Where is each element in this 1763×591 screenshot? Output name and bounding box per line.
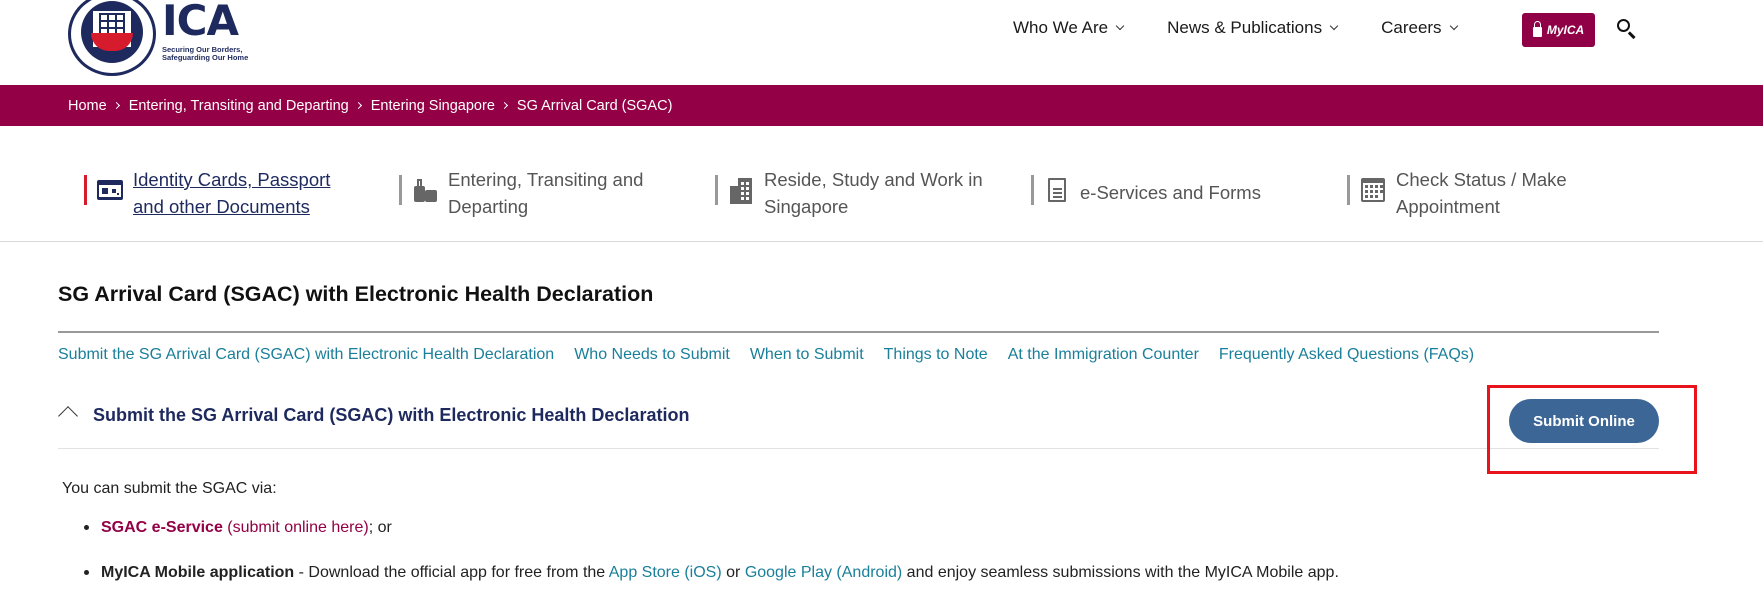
category-divider xyxy=(399,175,402,205)
brand-name: ICA xyxy=(162,0,239,45)
document-icon xyxy=(1044,178,1070,204)
list-item-text: ; or xyxy=(368,519,392,536)
chevron-down-icon xyxy=(1115,21,1125,31)
anchor-when-to-submit[interactable]: When to Submit xyxy=(750,346,864,364)
sgac-e-service-link[interactable]: SGAC e-Service xyxy=(101,519,223,536)
category-bar: Identity Cards, Passport and other Docume… xyxy=(0,126,1763,242)
title-divider xyxy=(58,331,1659,333)
google-play-link[interactable]: Google Play (Android) xyxy=(745,564,902,581)
breadcrumb-home[interactable]: Home xyxy=(68,98,107,114)
submission-methods-list: SGAC e-Service (submit online here); or … xyxy=(84,517,1339,584)
brand-text: ICA Securing Our Borders, Safeguarding O… xyxy=(162,0,248,62)
anchor-links: Submit the SG Arrival Card (SGAC) with E… xyxy=(58,346,1494,364)
page-title: SG Arrival Card (SGAC) with Electronic H… xyxy=(58,282,654,306)
category-label: e-Services and Forms xyxy=(1080,182,1261,203)
submit-online-here-link[interactable]: (submit online here) xyxy=(227,519,368,536)
nav-label: Careers xyxy=(1381,18,1442,37)
category-label: Entering, Transiting and Departing xyxy=(448,169,644,217)
intro-text: You can submit the SGAC via: xyxy=(62,480,277,497)
chevron-right-icon xyxy=(354,101,362,110)
search-icon[interactable] xyxy=(1616,18,1638,40)
nav-label: Who We Are xyxy=(1013,18,1109,37)
accordion-submit-sgac: Submit the SG Arrival Card (SGAC) with E… xyxy=(58,400,1659,449)
myica-label: MyICA xyxy=(1546,23,1585,37)
nav-who-we-are[interactable]: Who We Are xyxy=(1013,18,1125,38)
category-divider xyxy=(715,175,718,205)
nav-news-publications[interactable]: News & Publications xyxy=(1167,18,1339,38)
chevron-down-icon xyxy=(1329,21,1339,31)
main-nav: Who We Are News & Publications Careers xyxy=(1013,18,1501,38)
highlight-box xyxy=(1487,385,1697,474)
category-divider xyxy=(1031,175,1034,205)
category-label: Reside, Study and Work in Singapore xyxy=(764,169,983,217)
calendar-icon xyxy=(1360,178,1386,204)
id-card-icon xyxy=(97,178,123,204)
list-item-text: or xyxy=(721,564,745,581)
list-item-text: and enjoy seamless submissions with the … xyxy=(902,564,1339,581)
myica-mobile-label: MyICA Mobile application xyxy=(101,564,295,581)
luggage-icon xyxy=(412,178,438,204)
breadcrumb-entering-transiting[interactable]: Entering, Transiting and Departing xyxy=(129,98,349,114)
category-label: Check Status / Make Appointment xyxy=(1396,169,1567,217)
anchor-things-to-note[interactable]: Things to Note xyxy=(884,346,988,364)
breadcrumb: Home Entering, Transiting and Departing … xyxy=(0,85,1763,126)
ica-logo[interactable]: ICA Securing Our Borders, Safeguarding O… xyxy=(68,0,248,76)
nav-careers[interactable]: Careers xyxy=(1381,18,1458,38)
accordion-title[interactable]: Submit the SG Arrival Card (SGAC) with E… xyxy=(93,405,689,426)
breadcrumb-entering-singapore[interactable]: Entering Singapore xyxy=(371,98,495,114)
anchor-immigration-counter[interactable]: At the Immigration Counter xyxy=(1008,346,1199,364)
anchor-who-needs-to-submit[interactable]: Who Needs to Submit xyxy=(574,346,730,364)
category-entering-transiting[interactable]: Entering, Transiting and Departing xyxy=(399,166,643,220)
list-item: MyICA Mobile application - Download the … xyxy=(84,562,1339,584)
category-identity-cards[interactable]: Identity Cards, Passport and other Docume… xyxy=(84,166,330,220)
breadcrumb-current: SG Arrival Card (SGAC) xyxy=(516,97,673,114)
category-check-status-appointment[interactable]: Check Status / Make Appointment xyxy=(1347,166,1567,220)
chevron-right-icon xyxy=(500,101,508,110)
building-icon xyxy=(728,178,754,204)
site-header: ICA Securing Our Borders, Safeguarding O… xyxy=(0,0,1763,85)
category-e-services-forms[interactable]: e-Services and Forms xyxy=(1031,166,1261,206)
category-divider xyxy=(84,175,87,205)
chevron-up-icon[interactable] xyxy=(58,406,78,426)
list-item: SGAC e-Service (submit online here); or xyxy=(84,517,1339,539)
category-divider xyxy=(1347,175,1350,205)
chevron-right-icon xyxy=(112,101,120,110)
category-reside-study-work[interactable]: Reside, Study and Work in Singapore xyxy=(715,166,983,220)
myica-login-button[interactable]: MyICA xyxy=(1522,13,1595,47)
anchor-submit-sgac[interactable]: Submit the SG Arrival Card (SGAC) with E… xyxy=(58,346,554,364)
chevron-down-icon xyxy=(1449,21,1458,31)
brand-tagline-line2: Safeguarding Our Home xyxy=(162,53,249,62)
lock-icon xyxy=(1532,20,1542,37)
ica-seal-icon xyxy=(68,0,156,76)
anchor-faqs[interactable]: Frequently Asked Questions (FAQs) xyxy=(1219,346,1474,364)
nav-label: News & Publications xyxy=(1167,18,1323,37)
list-item-text: - Download the official app for free fro… xyxy=(294,564,609,581)
category-label: Identity Cards, Passport and other Docume… xyxy=(133,169,331,217)
app-store-link[interactable]: App Store (iOS) xyxy=(609,564,722,581)
